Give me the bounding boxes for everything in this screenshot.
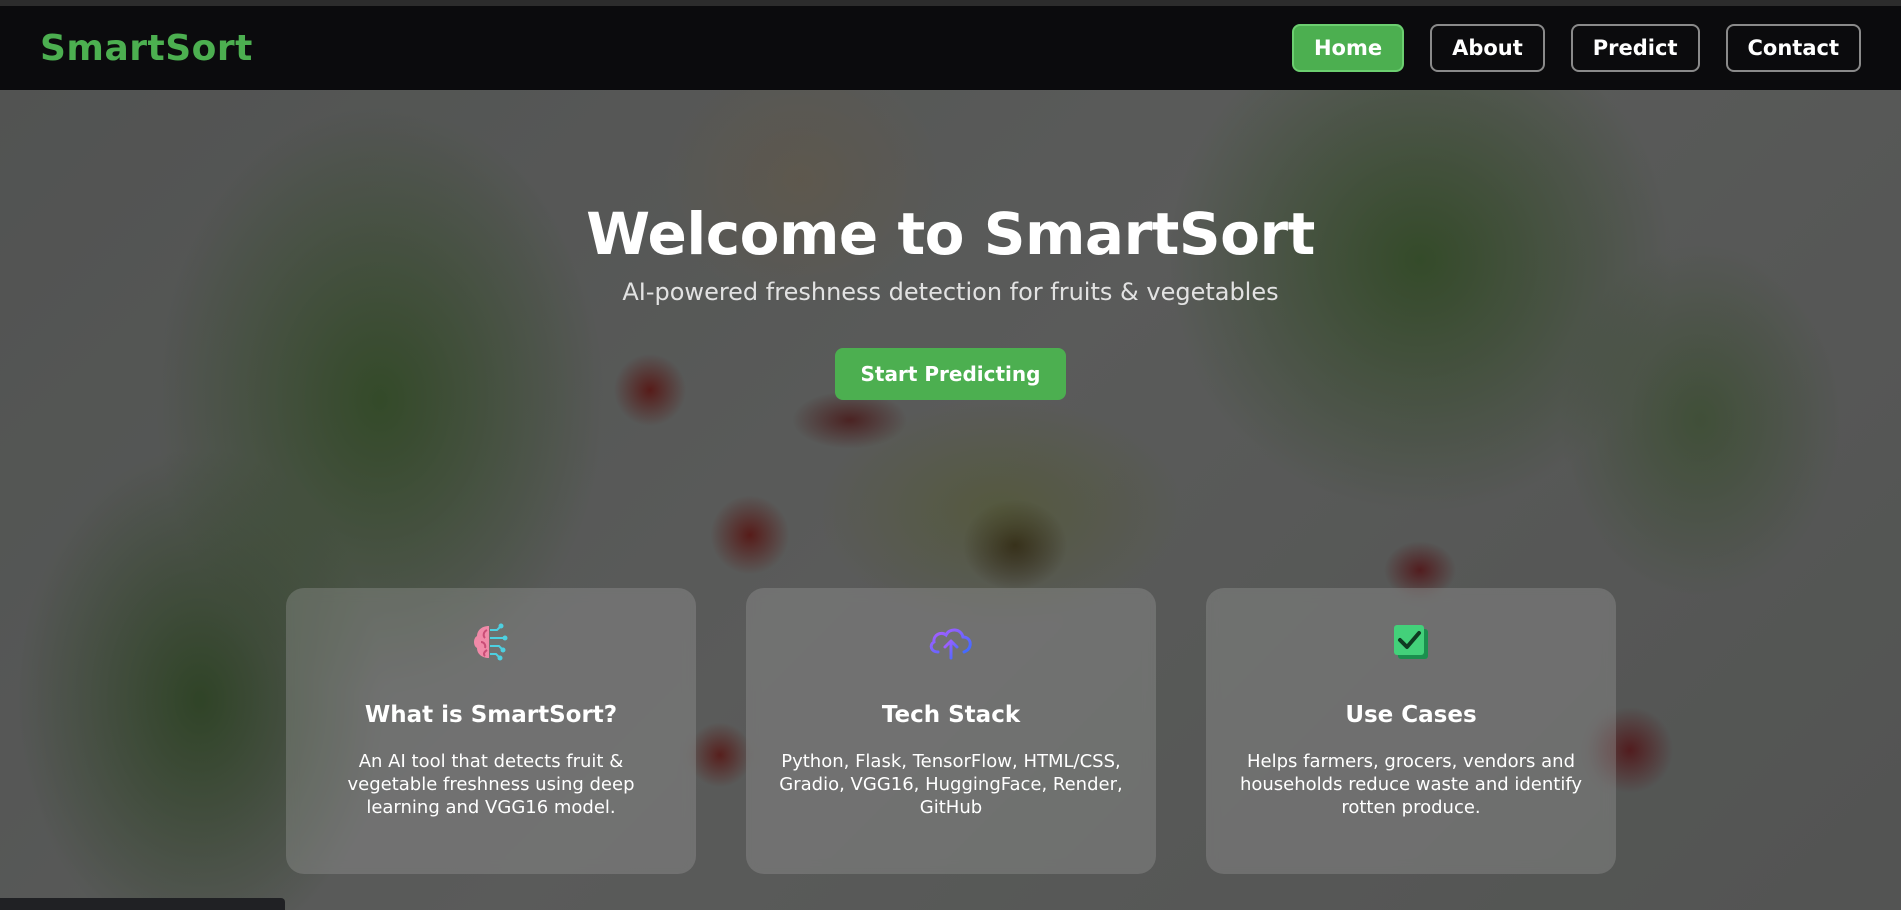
brand-logo[interactable]: SmartSort (40, 28, 253, 69)
card-text: An AI tool that detects fruit & vegetabl… (347, 751, 635, 818)
nav-links: Home About Predict Contact (1291, 24, 1861, 72)
feature-card-use-cases: Use Cases Helps farmers, grocers, vendor… (1206, 588, 1616, 874)
hero-section: Welcome to SmartSort AI-powered freshnes… (0, 200, 1901, 400)
nav-contact-button[interactable]: Contact (1725, 24, 1861, 72)
browser-top-edge (0, 0, 1901, 6)
feature-cards: What is SmartSort? An AI tool that detec… (286, 588, 1616, 874)
card-text: Helps farmers, grocers, vendors and hous… (1239, 751, 1583, 818)
nav-predict-button[interactable]: Predict (1570, 24, 1700, 72)
cloud-upload-icon (746, 618, 1156, 666)
feature-card-about: What is SmartSort? An AI tool that detec… (286, 588, 696, 874)
card-text: Python, Flask, TensorFlow, HTML/CSS, Gra… (779, 751, 1123, 818)
navbar: SmartSort Home About Predict Contact (0, 6, 1901, 90)
start-predicting-button[interactable]: Start Predicting (834, 348, 1067, 400)
hero-title: Welcome to SmartSort (586, 200, 1315, 268)
hero-subtitle: AI-powered freshness detection for fruit… (622, 278, 1279, 306)
card-title: Use Cases (1345, 702, 1477, 728)
card-title: Tech Stack (881, 702, 1021, 728)
browser-status-bar (0, 898, 285, 910)
nav-about-button[interactable]: About (1430, 24, 1545, 72)
check-box-icon (1206, 618, 1616, 666)
card-title: What is SmartSort? (364, 702, 618, 728)
feature-card-tech-stack: Tech Stack Python, Flask, TensorFlow, HT… (746, 588, 1156, 874)
brain-icon (286, 618, 696, 666)
nav-home-button[interactable]: Home (1291, 24, 1405, 72)
